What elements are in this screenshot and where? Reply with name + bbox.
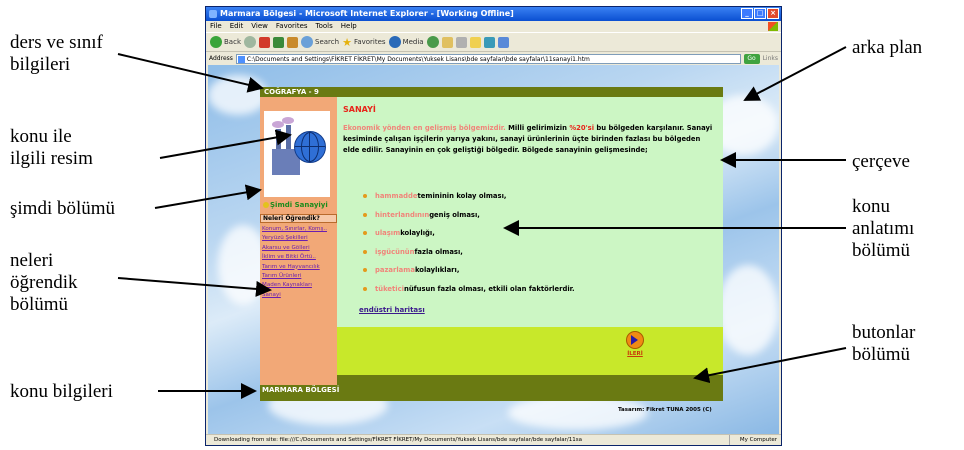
menu-bar: File Edit View Favorites Tools Help: [206, 21, 781, 32]
button-area: İLERİ: [337, 327, 723, 375]
ie-window: Marmara Bölgesi - Microsoft Internet Exp…: [205, 6, 782, 446]
globe-icon: [294, 131, 326, 163]
messenger-icon[interactable]: [483, 36, 495, 48]
footer-bar: MARMARA BÖLGESİ: [260, 385, 723, 401]
media-button[interactable]: Media: [388, 36, 424, 48]
close-button[interactable]: ×: [767, 8, 779, 19]
back-button[interactable]: Back: [210, 36, 241, 48]
menu-favorites[interactable]: Favorites: [276, 21, 308, 32]
forward-button[interactable]: [244, 36, 256, 48]
topic-link[interactable]: Tarım ve Hayvancılık: [262, 263, 336, 272]
region-name: MARMARA BÖLGESİ: [262, 386, 340, 394]
bullet-icon: [363, 231, 367, 236]
history-icon[interactable]: [426, 36, 439, 48]
list-item: pazarlama kolaylıkları,: [363, 261, 703, 280]
ie-icon: [209, 10, 217, 18]
industry-map-link[interactable]: endüstri haritası: [359, 306, 425, 314]
topic-link[interactable]: Konum, Sınırlar, Komş..: [262, 225, 336, 234]
star-icon: ★: [342, 35, 352, 49]
next-label: İLERİ: [627, 351, 643, 357]
address-label: Address: [209, 55, 233, 62]
title-bar: Marmara Bölgesi - Microsoft Internet Exp…: [206, 7, 781, 21]
annotation-arka-plan: arka plan: [852, 37, 923, 58]
page-icon: [237, 55, 245, 63]
bullet-icon: [363, 194, 367, 199]
topic-paragraph: Ekonomik yönden en gelişmiş bölgemizdir.…: [343, 124, 713, 154]
topic-link[interactable]: Yeryüzü Şekilleri: [262, 234, 336, 243]
maximize-button[interactable]: □: [754, 8, 766, 19]
address-text: C:\Documents and Settings\FİKRET FİKRET\…: [246, 55, 590, 63]
topic-link[interactable]: Maden Kaynakları: [262, 281, 336, 290]
annotation-ders-sinif: ders ve sınıf bilgileri: [10, 32, 103, 75]
bullet-icon: [263, 202, 269, 208]
course-header: COĞRAFYA - 9: [260, 87, 723, 97]
back-arrow-icon: [210, 36, 222, 48]
list-item: tüketici nüfusun fazla olması, etkili ol…: [363, 280, 703, 299]
bullet-icon: [363, 286, 367, 291]
list-item: işgücünün fazla olması,: [363, 243, 703, 262]
list-item: hammadde temininin kolay olması,: [363, 187, 703, 206]
minimize-button[interactable]: _: [741, 8, 753, 19]
annotation-konu-bilgileri: konu bilgileri: [10, 381, 113, 402]
topic-link[interactable]: Sanayi: [262, 291, 336, 300]
annotation-butonlar: butonlar bölümü: [852, 322, 916, 365]
toolbar: Back Search ★ Favorites Media: [206, 32, 781, 52]
sidebar: Şimdi Sanayiyi Neleri Öğrendik? Konum, S…: [260, 97, 337, 392]
go-button[interactable]: Go: [743, 53, 760, 64]
zone-label: My Computer: [728, 435, 777, 445]
annotation-simdi: şimdi bölümü: [10, 198, 116, 219]
folder-icon[interactable]: [469, 36, 481, 48]
topic-link[interactable]: İklim ve Bitki Örtü..: [262, 253, 336, 262]
address-input[interactable]: C:\Documents and Settings\FİKRET FİKRET\…: [235, 53, 741, 64]
annotation-neleri: neleri öğrendik bölümü: [10, 250, 78, 315]
topic-list: Konum, Sınırlar, Komş.. Yeryüzü Şekiller…: [262, 225, 336, 300]
annotation-konu-anlatimi: konu anlatımı bölümü: [852, 196, 915, 261]
stop-icon[interactable]: [259, 36, 270, 48]
annotation-konu-resim: konu ile ilgili resim: [10, 126, 93, 169]
topic-link[interactable]: Tarım Ürünleri: [262, 272, 336, 281]
forward-arrow-icon: [244, 36, 256, 48]
mail-icon[interactable]: [441, 36, 453, 48]
refresh-icon[interactable]: [273, 36, 284, 48]
annotation-cerceve: çerçeve: [852, 151, 910, 172]
factor-list: hammadde temininin kolay olması, hinterl…: [363, 187, 703, 298]
windows-logo-icon: [768, 22, 778, 31]
page-background: COĞRAFYA - 9 Şimdi Sanayiyi Neleri Öğren…: [208, 65, 779, 434]
research-icon[interactable]: [497, 36, 509, 48]
address-bar: Address C:\Documents and Settings\FİKRET…: [206, 52, 781, 65]
bullet-icon: [363, 268, 367, 273]
search-button[interactable]: Search: [301, 36, 339, 48]
menu-file[interactable]: File: [210, 21, 222, 32]
window-title: Marmara Bölgesi - Microsoft Internet Exp…: [220, 9, 514, 18]
list-item: hinterlandının geniş olması,: [363, 206, 703, 225]
print-icon[interactable]: [455, 36, 467, 48]
status-text: Downloading from site: file:///C:/Docume…: [214, 437, 582, 443]
search-icon: [301, 36, 313, 48]
links-label[interactable]: Links: [763, 55, 778, 62]
bullet-icon: [363, 212, 367, 217]
bullet-icon: [363, 249, 367, 254]
status-bar: Downloading from site: file:///C:/Docume…: [206, 434, 781, 445]
media-icon: [388, 36, 401, 48]
credit-text: Tasarım: Fikret TUNA 2005 (C): [618, 407, 712, 413]
favorites-button[interactable]: ★ Favorites: [342, 36, 386, 49]
now-section: Şimdi Sanayiyi: [263, 201, 328, 209]
menu-edit[interactable]: Edit: [230, 21, 244, 32]
menu-help[interactable]: Help: [341, 21, 357, 32]
topic-link[interactable]: Akarsu ve Gölleri: [262, 244, 336, 253]
topic-title: SANAYİ: [343, 105, 376, 114]
menu-view[interactable]: View: [251, 21, 268, 32]
list-item: ulaşım kolaylığı,: [363, 224, 703, 243]
page-frame: COĞRAFYA - 9 Şimdi Sanayiyi Neleri Öğren…: [260, 87, 723, 401]
learned-header: Neleri Öğrendik?: [260, 214, 337, 223]
next-button[interactable]: İLERİ: [624, 331, 646, 367]
content-panel: SANAYİ Ekonomik yönden en gelişmiş bölge…: [337, 97, 723, 327]
home-icon[interactable]: [287, 36, 298, 48]
menu-tools[interactable]: Tools: [316, 21, 333, 32]
topic-image: [264, 111, 330, 197]
